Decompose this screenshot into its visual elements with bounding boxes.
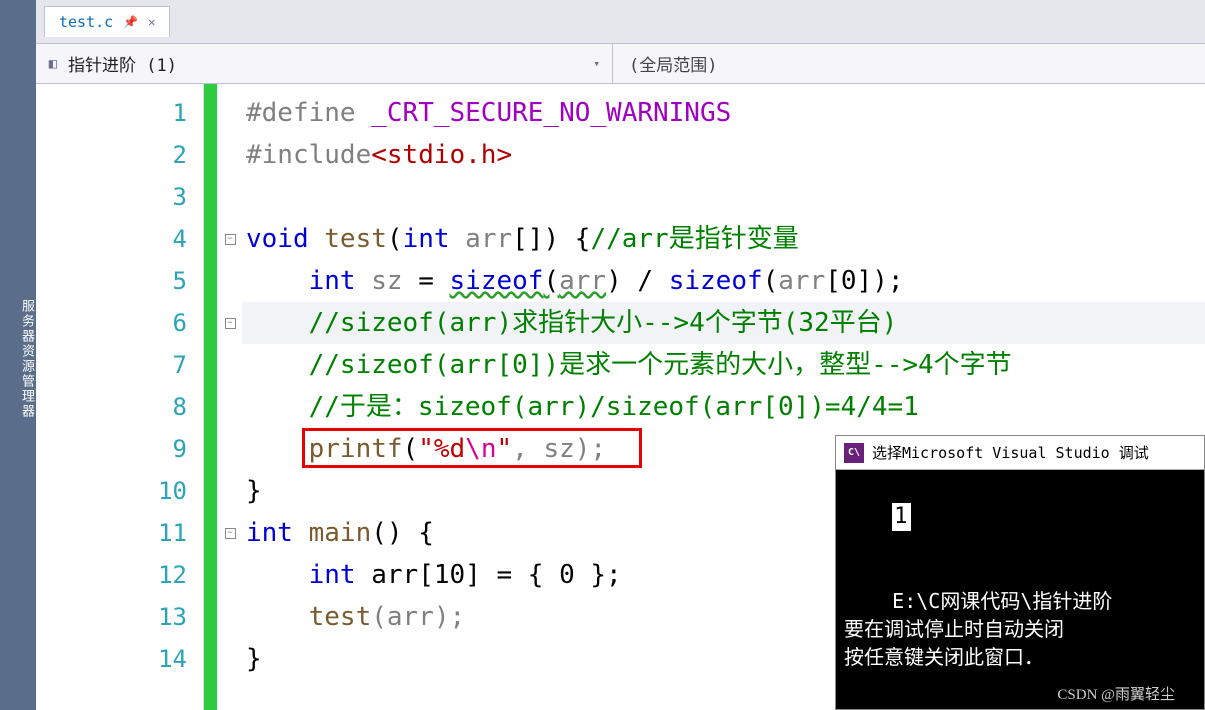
scope-left-label: 指针进阶 (1) <box>68 51 583 76</box>
line-number: 2 <box>36 134 203 176</box>
line-number: 3 <box>36 176 203 218</box>
line-number: 7 <box>36 344 203 386</box>
scope-right-label: (全局范围) <box>629 51 717 76</box>
line-number: 4 <box>36 218 203 260</box>
line-number: 8 <box>36 386 203 428</box>
code-line: //sizeof(arr)求指针大小-->4个字节(32平台) <box>242 302 1205 344</box>
console-titlebar[interactable]: C\ 选择Microsoft Visual Studio 调试 <box>836 436 1204 470</box>
code-line <box>242 176 1205 218</box>
fold-toggle-icon[interactable]: − <box>225 318 236 329</box>
debug-console-window[interactable]: C\ 选择Microsoft Visual Studio 调试 1 E:\C网课… <box>835 435 1205 710</box>
fold-toggle-icon[interactable]: − <box>225 528 236 539</box>
scope-selector-right[interactable]: (全局范围) <box>613 44 1205 83</box>
change-margin <box>204 84 218 710</box>
scope-selector-left[interactable]: ◧ 指针进阶 (1) ▾ <box>36 44 613 83</box>
code-line: int sz = sizeof(arr) / sizeof(arr[0]); <box>242 260 1205 302</box>
module-icon: ◧ <box>44 55 62 73</box>
side-panel: 服务器资源管理器 工具箱 <box>0 0 36 710</box>
code-line: #include<stdio.h> <box>242 134 1205 176</box>
chevron-down-icon[interactable]: ▾ <box>589 57 604 70</box>
console-title-text: 选择Microsoft Visual Studio 调试 <box>872 442 1149 463</box>
line-number: 11 <box>36 512 203 554</box>
line-number-gutter: 1 2 3 4 5 6 7 8 9 10 11 12 13 14 <box>36 84 204 710</box>
fold-column: − − − <box>218 84 242 710</box>
code-line: //于是：sizeof(arr)/sizeof(arr[0])=4/4=1 <box>242 386 1205 428</box>
code-line: //sizeof(arr[0])是求一个元素的大小，整型-->4个字节 <box>242 344 1205 386</box>
file-tab-label: test.c <box>59 13 113 31</box>
side-tab-server-explorer[interactable]: 服务器资源管理器 <box>17 299 36 419</box>
code-line: void test(int arr[]) {//arr是指针变量 <box>242 218 1205 260</box>
line-number: 6 <box>36 302 203 344</box>
line-number: 5 <box>36 260 203 302</box>
console-body: 1 E:\C网课代码\指针进阶 要在调试停止时自动关闭 按任意键关闭此窗口． <box>836 470 1204 709</box>
console-output-value: 1 <box>892 503 911 531</box>
line-number: 14 <box>36 638 203 680</box>
console-message: E:\C网课代码\指针进阶 要在调试停止时自动关闭 按任意键关闭此窗口． <box>844 589 1136 669</box>
code-line: #define _CRT_SECURE_NO_WARNINGS <box>242 92 1205 134</box>
fold-toggle-icon[interactable]: − <box>225 234 236 245</box>
nav-bar: ◧ 指针进阶 (1) ▾ (全局范围) <box>36 44 1205 84</box>
line-number: 13 <box>36 596 203 638</box>
file-tab[interactable]: test.c 📌 ✕ <box>44 6 170 37</box>
watermark: CSDN @雨翼轻尘 <box>1057 683 1175 704</box>
close-icon[interactable]: ✕ <box>148 15 155 29</box>
line-number: 9 <box>36 428 203 470</box>
line-number: 12 <box>36 554 203 596</box>
tab-bar: test.c 📌 ✕ <box>36 0 1205 44</box>
line-number: 1 <box>36 92 203 134</box>
vs-icon: C\ <box>844 443 864 463</box>
pin-icon[interactable]: 📌 <box>123 15 138 29</box>
line-number: 10 <box>36 470 203 512</box>
